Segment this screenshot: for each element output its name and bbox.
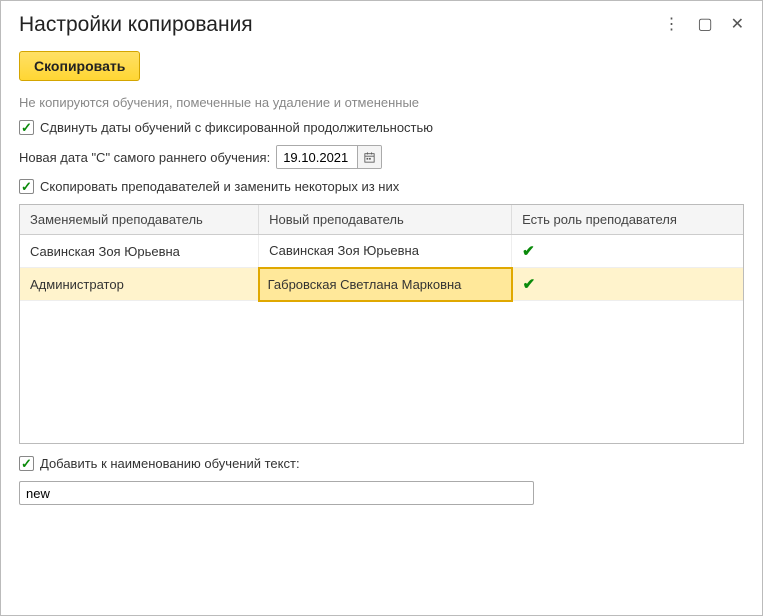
table-row[interactable]: Савинская Зоя ЮрьевнаСавинская Зоя Юрьев…: [20, 235, 743, 268]
cell-replaced[interactable]: Савинская Зоя Юрьевна: [20, 235, 259, 268]
copy-button[interactable]: Скопировать: [19, 51, 140, 81]
append-name-label: Добавить к наименованию обучений текст:: [40, 456, 300, 471]
append-name-row: Добавить к наименованию обучений текст:: [19, 456, 744, 471]
teachers-table: Заменяемый преподаватель Новый преподава…: [20, 205, 743, 302]
maximize-icon[interactable]: ▢: [697, 17, 712, 33]
new-date-label: Новая дата "С" самого раннего обучения:: [19, 150, 270, 165]
copy-teachers-label: Скопировать преподавателей и заменить не…: [40, 179, 399, 194]
check-icon: ✔: [522, 243, 535, 260]
close-icon[interactable]: ✕: [731, 17, 744, 33]
shift-dates-row: Сдвинуть даты обучений с фиксированной п…: [19, 120, 744, 135]
copy-teachers-checkbox[interactable]: [19, 179, 34, 194]
header-new[interactable]: Новый преподаватель: [259, 205, 512, 235]
titlebar-controls: ⋮ ▢ ✕: [663, 17, 744, 33]
settings-window: Настройки копирования ⋮ ▢ ✕ Скопировать …: [0, 0, 763, 616]
cell-has-role[interactable]: ✔: [512, 268, 743, 301]
cell-new[interactable]: Савинская Зоя Юрьевна: [259, 235, 512, 268]
titlebar: Настройки копирования ⋮ ▢ ✕: [19, 13, 744, 37]
new-date-row: Новая дата "С" самого раннего обучения:: [19, 145, 744, 169]
cell-new[interactable]: Габровская Светлана Марковна: [259, 268, 512, 301]
menu-icon[interactable]: ⋮: [663, 17, 679, 33]
teachers-table-wrap: Заменяемый преподаватель Новый преподава…: [19, 204, 744, 444]
header-has-role[interactable]: Есть роль преподавателя: [512, 205, 743, 235]
shift-dates-label: Сдвинуть даты обучений с фиксированной п…: [40, 120, 433, 135]
copy-teachers-row: Скопировать преподавателей и заменить не…: [19, 179, 744, 194]
shift-dates-checkbox[interactable]: [19, 120, 34, 135]
append-name-input[interactable]: [19, 481, 534, 505]
append-name-checkbox[interactable]: [19, 456, 34, 471]
cell-replaced[interactable]: Администратор: [20, 268, 259, 301]
info-text: Не копируются обучения, помеченные на уд…: [19, 95, 744, 110]
window-title: Настройки копирования: [19, 13, 253, 37]
header-replaced[interactable]: Заменяемый преподаватель: [20, 205, 259, 235]
table-header-row: Заменяемый преподаватель Новый преподава…: [20, 205, 743, 235]
cell-has-role[interactable]: ✔: [512, 235, 743, 268]
calendar-icon[interactable]: [357, 146, 381, 168]
date-input-wrap: [276, 145, 382, 169]
table-row[interactable]: АдминистраторГабровская Светлана Марковн…: [20, 268, 743, 301]
new-date-input[interactable]: [277, 146, 357, 168]
check-icon: ✔: [523, 276, 536, 293]
